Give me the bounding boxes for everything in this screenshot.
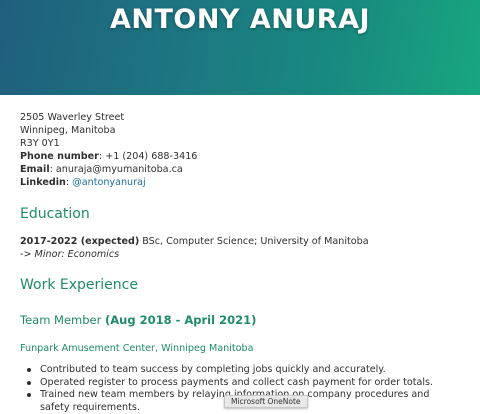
email-line: Email: anuraja@myumanitoba.ca bbox=[20, 163, 470, 176]
resume-header: ANTONY ANURAJ bbox=[0, 0, 480, 95]
postal-code: R3Y 0Y1 bbox=[20, 138, 60, 149]
email-label: Email bbox=[20, 164, 50, 175]
employer: Funpark Amusement Center, Winnipeg Manit… bbox=[20, 343, 254, 354]
city-province: Winnipeg, Manitoba bbox=[20, 125, 116, 136]
education-degree: BSc, Computer Science; University of Man… bbox=[139, 236, 369, 247]
linkedin-label: Linkedin bbox=[20, 177, 66, 188]
education-entry: 2017-2022 (expected) BSc, Computer Scien… bbox=[20, 235, 369, 248]
education-heading: Education bbox=[20, 206, 90, 222]
contact-block: 2505 Waverley Street Winnipeg, Manitoba … bbox=[20, 111, 470, 189]
applicant-name: ANTONY ANURAJ bbox=[109, 4, 371, 35]
phone-line: Phone number: +1 (204) 688-3416 bbox=[20, 150, 470, 163]
job-dates: (Aug 2018 - April 2021) bbox=[105, 313, 257, 327]
duty-item: Operated register to process payments an… bbox=[27, 377, 460, 390]
duty-item: Contributed to team success by completin… bbox=[27, 364, 460, 377]
linkedin-link[interactable]: @antonyanuraj bbox=[72, 177, 145, 188]
street-address: 2505 Waverley Street bbox=[20, 112, 125, 123]
education-years: 2017-2022 (expected) bbox=[20, 236, 140, 247]
phone-label: Phone number bbox=[20, 151, 99, 162]
job-role: Team Member bbox=[20, 313, 106, 327]
phone-value: : +1 (204) 688-3416 bbox=[98, 151, 198, 162]
education-minor: -> Minor: Economics bbox=[20, 249, 120, 260]
taskbar-tooltip: Microsoft OneNote bbox=[224, 395, 308, 408]
work-experience-heading: Work Experience bbox=[20, 277, 138, 293]
linkedin-line: Linkedin: @antonyanuraj bbox=[20, 176, 470, 189]
email-value: : anuraja@myumanitoba.ca bbox=[49, 164, 183, 175]
job-title: Team Member (Aug 2018 - April 2021) bbox=[20, 313, 256, 327]
